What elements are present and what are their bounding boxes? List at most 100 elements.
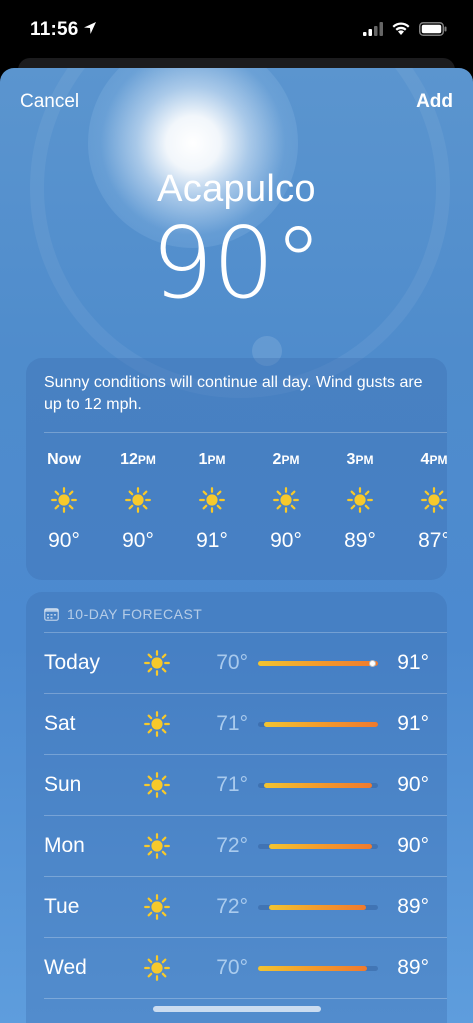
hour-label: 3PM bbox=[346, 451, 374, 468]
forecast-header: 10-DAY FORECAST bbox=[44, 606, 202, 622]
temperature-range-bar bbox=[258, 722, 378, 727]
forecast-day-row[interactable]: Today 70° 91° bbox=[26, 633, 447, 694]
hour-label: 1PM bbox=[198, 451, 226, 468]
forecast-day-row[interactable]: Mon 72° 90° bbox=[26, 816, 447, 877]
day-low-temp: 72° bbox=[216, 895, 248, 918]
sun-icon bbox=[144, 955, 170, 981]
divider bbox=[44, 432, 447, 433]
conditions-summary: Sunny conditions will continue all day. … bbox=[44, 374, 423, 413]
sun-icon bbox=[125, 487, 151, 513]
temperature-range-bar bbox=[258, 844, 378, 849]
day-low-temp: 70° bbox=[216, 651, 248, 674]
forecast-day-row[interactable]: Sat 71° 91° bbox=[26, 694, 447, 755]
calendar-icon bbox=[44, 608, 59, 621]
day-high-temp: 91° bbox=[397, 651, 429, 674]
hour-label: 12PM bbox=[120, 451, 156, 468]
location-arrow-icon bbox=[84, 22, 96, 34]
day-name: Tue bbox=[44, 895, 80, 918]
day-icon-wrap bbox=[144, 711, 170, 737]
hourly-item: 4PM 87° bbox=[401, 451, 447, 553]
sun-icon bbox=[144, 650, 170, 676]
sun-icon bbox=[199, 487, 225, 513]
current-temp-dot bbox=[368, 660, 376, 667]
cancel-button[interactable]: Cancel bbox=[20, 91, 79, 113]
forecast-day-row[interactable]: Tue 72° 89° bbox=[26, 877, 447, 938]
day-low-temp: 71° bbox=[216, 773, 248, 796]
hour-icon-wrap bbox=[273, 487, 299, 513]
hour-temperature: 90° bbox=[122, 529, 154, 552]
sun-icon bbox=[144, 772, 170, 798]
hour-temperature: 90° bbox=[270, 529, 302, 552]
city-name: Acapulco bbox=[157, 168, 316, 210]
day-high-temp: 89° bbox=[397, 895, 429, 918]
sun-icon bbox=[144, 711, 170, 737]
day-low-temp: 71° bbox=[216, 712, 248, 735]
day-icon-wrap bbox=[144, 894, 170, 920]
hourly-list[interactable]: Now 90° 12PM 90° 1PM 91° 2PM 90° 3PM 89° 4PM 87° bbox=[26, 451, 447, 561]
hour-icon-wrap bbox=[51, 487, 77, 513]
day-high-temp: 91° bbox=[397, 712, 429, 735]
hour-temperature: 91° bbox=[196, 529, 228, 552]
day-name: Today bbox=[44, 651, 101, 674]
hour-icon-wrap bbox=[347, 487, 373, 513]
hour-label: 4PM bbox=[420, 451, 447, 468]
hour-label: Now bbox=[47, 451, 81, 468]
sun-icon bbox=[144, 894, 170, 920]
temperature-range-bar bbox=[258, 966, 378, 971]
temperature-range-fill bbox=[269, 844, 373, 849]
day-high-temp: 90° bbox=[397, 773, 429, 796]
day-icon-wrap bbox=[144, 833, 170, 859]
hour-temperature: 90° bbox=[48, 529, 80, 552]
hour-label: 2PM bbox=[272, 451, 300, 468]
forecast-day-row[interactable]: Wed 70° 89° bbox=[26, 938, 447, 999]
battery-icon bbox=[419, 21, 447, 36]
temperature-range-fill bbox=[263, 722, 378, 727]
hourly-item: 2PM 90° bbox=[253, 451, 319, 553]
forecast-day-row[interactable]: Sun 71° 90° bbox=[26, 755, 447, 816]
forecast-header-label: 10-DAY FORECAST bbox=[67, 606, 203, 622]
day-icon-wrap bbox=[144, 955, 170, 981]
hour-icon-wrap bbox=[421, 487, 447, 513]
status-indicators bbox=[363, 21, 447, 36]
day-icon-wrap bbox=[144, 650, 170, 676]
status-time: 11:56 bbox=[30, 19, 79, 40]
day-high-temp: 90° bbox=[397, 834, 429, 857]
temperature-range-bar bbox=[258, 905, 378, 910]
home-indicator[interactable] bbox=[153, 1006, 321, 1012]
temperature-range-bar bbox=[258, 660, 378, 667]
divider bbox=[44, 998, 447, 999]
add-button[interactable]: Add bbox=[416, 91, 453, 113]
hour-icon-wrap bbox=[199, 487, 225, 513]
day-low-temp: 70° bbox=[216, 956, 248, 979]
hour-icon-wrap bbox=[125, 487, 151, 513]
sun-icon bbox=[51, 487, 77, 513]
temperature-range-fill bbox=[258, 966, 367, 971]
hourly-item: 3PM 89° bbox=[327, 451, 393, 553]
sun-icon bbox=[421, 487, 447, 513]
wifi-icon bbox=[392, 22, 410, 35]
hour-temperature: 89° bbox=[344, 529, 376, 552]
status-bar: 11:56 bbox=[0, 0, 473, 58]
day-name: Mon bbox=[44, 834, 85, 857]
day-high-temp: 89° bbox=[397, 956, 429, 979]
weather-preview-sheet: Cancel Add Acapulco 90° Sunny conditions… bbox=[0, 68, 473, 1023]
temperature-range-fill bbox=[258, 661, 378, 666]
hourly-forecast-card[interactable]: Sunny conditions will continue all day. … bbox=[26, 358, 447, 580]
day-low-temp: 72° bbox=[216, 834, 248, 857]
hour-temperature: 87° bbox=[418, 529, 447, 552]
temperature-range-fill bbox=[269, 905, 367, 910]
cellular-signal-icon bbox=[363, 21, 383, 36]
day-name: Sat bbox=[44, 712, 76, 735]
sun-icon bbox=[347, 487, 373, 513]
temperature-range-fill bbox=[263, 783, 373, 788]
day-icon-wrap bbox=[144, 772, 170, 798]
temperature-range-bar bbox=[258, 783, 378, 788]
day-name: Sun bbox=[44, 773, 82, 796]
sun-icon bbox=[273, 487, 299, 513]
hourly-item: Now 90° bbox=[31, 451, 97, 553]
ten-day-forecast-card[interactable]: 10-DAY FORECAST Today 70° 91° Sat 71° 91° Sun 7… bbox=[26, 592, 447, 1023]
sun-icon bbox=[144, 833, 170, 859]
current-temperature: 90° bbox=[151, 207, 323, 321]
day-name: Wed bbox=[44, 956, 87, 979]
hourly-item: 1PM 91° bbox=[179, 451, 245, 553]
